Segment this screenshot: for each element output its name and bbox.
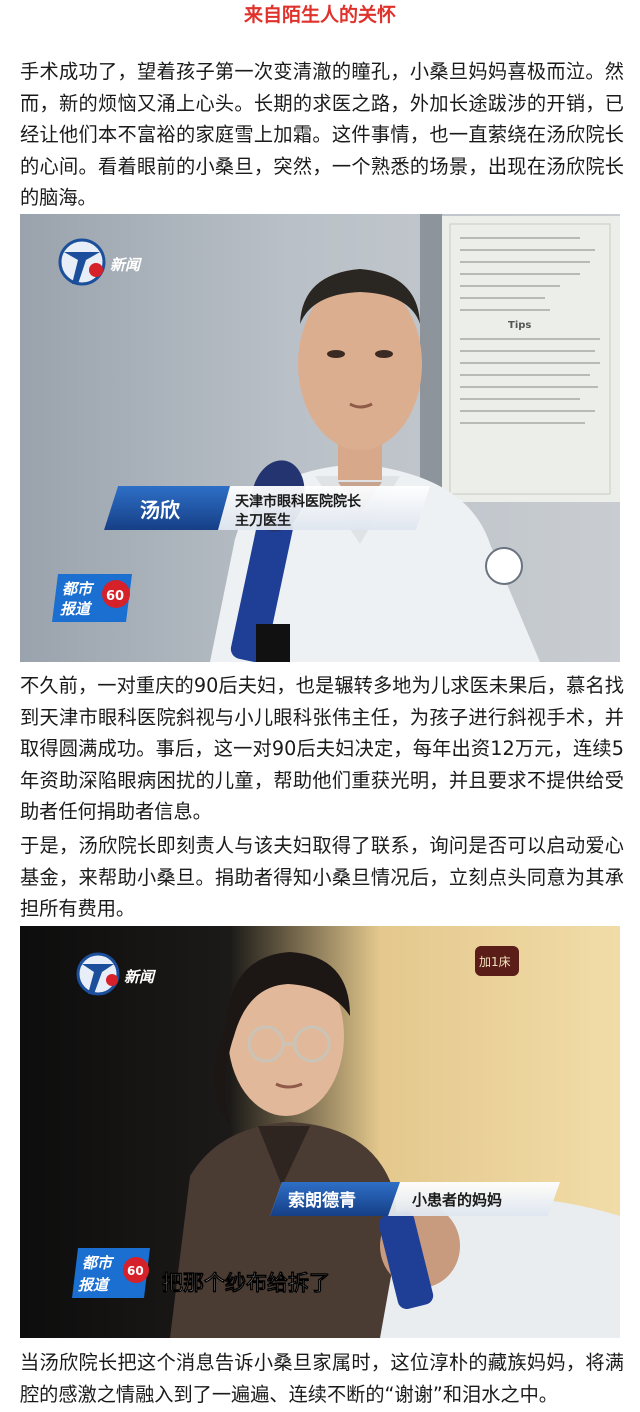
- caption-name: 索朗德青: [288, 1190, 356, 1211]
- program-badge: 都市 报道 60: [52, 574, 132, 622]
- program-badge-line2: 报道: [78, 1276, 111, 1294]
- caption-title-line1: 天津市眼科医院院长: [235, 493, 362, 510]
- program-badge-line2: 报道: [60, 600, 93, 618]
- bed-sign-text: 加1床: [479, 955, 511, 969]
- video-subtitle: 把那个纱布给拆了: [162, 1271, 330, 1295]
- news-video-frame-mother: 加1床 新闻 索朗德青 小患者的妈妈 都市 报道 60 把那个纱布给拆了: [20, 926, 620, 1338]
- program-badge-number: 60: [127, 1264, 144, 1278]
- article-paragraph-2: 不久前，一对重庆的90后夫妇，也是辗转多地为儿求医未果后，慕名找到天津市眼科医院…: [20, 674, 624, 823]
- article-paragraph-3: 于是，汤欣院长即刻责人与该夫妇取得了联系，询问是否可以启动爱心基金，来帮助小桑旦…: [20, 834, 624, 920]
- program-badge-line1: 都市: [82, 1254, 115, 1272]
- caption-name: 汤欣: [140, 498, 180, 522]
- news-video-frame-doctor: Tips 新闻 汤欣 天津市眼科医院院长 主刀医生 都市 报道 60: [20, 214, 620, 662]
- bed-sign: 加1床: [475, 946, 519, 976]
- lower-third-caption: 索朗德青 小患者的妈妈: [270, 1182, 560, 1216]
- caption-title-line1: 小患者的妈妈: [412, 1191, 502, 1209]
- program-badge: 都市 报道 60: [72, 1248, 150, 1298]
- child-on-bed: [378, 1198, 620, 1338]
- channel-logo-text: 新闻: [124, 968, 157, 986]
- wall-notice-heading: Tips: [508, 320, 531, 331]
- program-badge-line1: 都市: [62, 580, 95, 598]
- program-badge-number: 60: [106, 589, 124, 604]
- lower-third-caption: 汤欣 天津市眼科医院院长 主刀医生: [104, 486, 430, 530]
- article-paragraph-4: 当汤欣院长把这个消息告诉小桑旦家属时，这位淳朴的藏族妈妈，将满腔的感激之情融入到…: [20, 1351, 624, 1406]
- section-title: 来自陌生人的关怀: [243, 4, 396, 26]
- caption-title-line2: 主刀医生: [235, 512, 291, 529]
- article-paragraph-1: 手术成功了，望着孩子第一次变清澈的瞳孔，小桑旦妈妈喜极而泣。然而，新的烦恼又涌上…: [20, 60, 624, 209]
- channel-logo-text: 新闻: [110, 256, 143, 274]
- wall-notice: Tips: [440, 216, 620, 502]
